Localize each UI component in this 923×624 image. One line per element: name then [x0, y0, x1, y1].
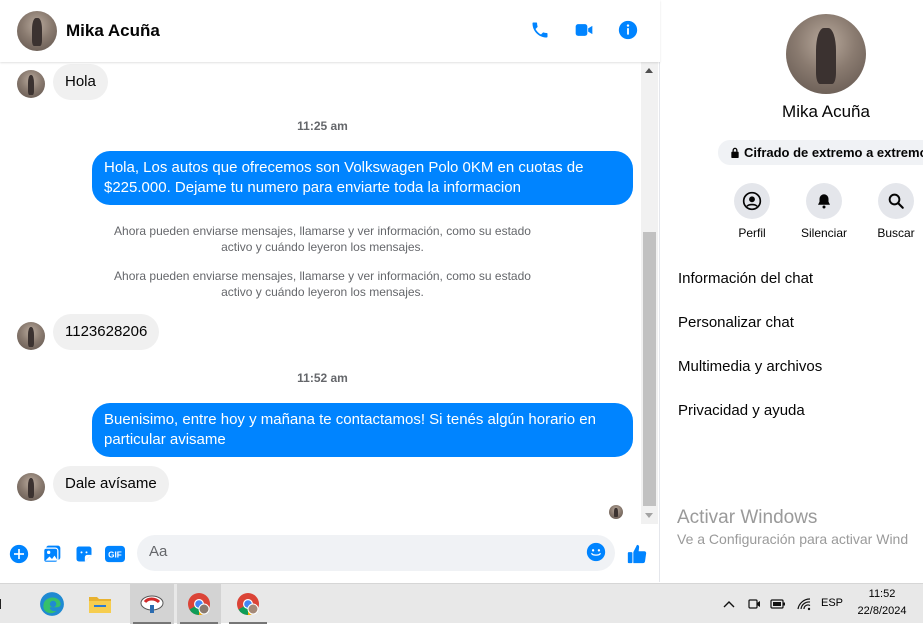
- task-view-icon[interactable]: [0, 584, 8, 624]
- profile-action[interactable]: Perfil: [717, 183, 787, 240]
- chat-pane: Mika Acuña Hola 11:25 am Hola, Los autos…: [0, 0, 660, 582]
- gif-icon[interactable]: GIF: [104, 543, 126, 565]
- search-action[interactable]: Buscar: [861, 183, 923, 240]
- message-bubble-incoming[interactable]: Dale avísame: [53, 466, 169, 502]
- composer: GIF: [0, 530, 660, 578]
- avatar: [17, 70, 45, 98]
- message-bubble-incoming[interactable]: 1123628206: [53, 314, 160, 350]
- action-label: Silenciar: [800, 226, 848, 240]
- svg-text:GIF: GIF: [108, 551, 122, 560]
- timestamp: 11:52 am: [297, 371, 348, 385]
- profile-name: Mika Acuña: [782, 102, 870, 121]
- menu-chat-info[interactable]: Información del chat: [678, 270, 813, 287]
- avatar: [17, 322, 45, 350]
- avatar[interactable]: [17, 11, 57, 51]
- action-label: Buscar: [877, 226, 915, 240]
- video-icon[interactable]: [573, 19, 595, 41]
- clock-time[interactable]: 11:52: [856, 588, 908, 600]
- profile-icon[interactable]: [734, 183, 770, 219]
- chat-header: Mika Acuña: [0, 0, 660, 62]
- scrollbar[interactable]: [641, 62, 658, 524]
- wifi-icon[interactable]: [795, 595, 813, 613]
- menu-media-files[interactable]: Multimedia y archivos: [678, 358, 822, 375]
- activation-watermark-subtitle: Ve a Configuración para activar Wind: [677, 531, 909, 547]
- search-icon[interactable]: [878, 183, 914, 219]
- encryption-badge[interactable]: Cifrado de extremo a extremo: [718, 140, 923, 165]
- scroll-thumb[interactable]: [643, 232, 656, 506]
- avatar: [17, 473, 45, 501]
- avatar[interactable]: [786, 14, 866, 94]
- menu-customize-chat[interactable]: Personalizar chat: [678, 314, 794, 331]
- language-indicator[interactable]: ESP: [821, 597, 843, 609]
- chrome-icon[interactable]: [226, 584, 270, 624]
- lock-icon: [731, 147, 739, 158]
- menu-privacy-help[interactable]: Privacidad y ayuda: [678, 402, 805, 419]
- timestamp: 11:25 am: [297, 119, 348, 133]
- message-list: Hola 11:25 am Hola, Los autos que ofrece…: [0, 62, 640, 524]
- action-label: Perfil: [738, 226, 766, 240]
- scroll-up-arrow-icon[interactable]: [645, 68, 653, 73]
- like-icon[interactable]: [626, 543, 648, 565]
- edge-icon[interactable]: [30, 584, 74, 624]
- plus-icon[interactable]: [8, 543, 30, 565]
- meet-now-icon[interactable]: [745, 595, 763, 613]
- scroll-down-arrow-icon[interactable]: [645, 513, 653, 518]
- emoji-icon[interactable]: [586, 542, 608, 564]
- app-icon[interactable]: [130, 584, 174, 624]
- message-input[interactable]: [149, 543, 579, 560]
- phone-icon[interactable]: [529, 19, 551, 41]
- activation-watermark-title: Activar Windows: [677, 507, 818, 528]
- sticker-icon[interactable]: [73, 543, 95, 565]
- encryption-label: Cifrado de extremo a extremo: [744, 145, 923, 160]
- gallery-icon[interactable]: [41, 543, 63, 565]
- chrome-icon[interactable]: [177, 584, 221, 624]
- clock-date[interactable]: 22/8/2024: [850, 605, 914, 617]
- system-notice: Ahora pueden enviarse mensajes, llamarse…: [114, 224, 531, 254]
- battery-icon[interactable]: [769, 595, 787, 613]
- seen-indicator-avatar: [609, 505, 623, 519]
- taskbar: ESP 11:52 22/8/2024: [0, 583, 923, 624]
- message-bubble-outgoing[interactable]: Hola, Los autos que ofrecemos son Volksw…: [92, 151, 633, 205]
- mute-action[interactable]: Silenciar: [789, 183, 859, 240]
- conversation-info-panel: Mika Acuña Cifrado de extremo a extremo …: [661, 0, 923, 582]
- file-explorer-icon[interactable]: [78, 584, 122, 624]
- bell-icon[interactable]: [806, 183, 842, 219]
- message-bubble-outgoing[interactable]: Buenisimo, entre hoy y mañana te contact…: [92, 403, 633, 457]
- message-bubble-incoming[interactable]: Hola: [53, 64, 108, 100]
- message-input-container: [137, 535, 615, 571]
- system-notice: Ahora pueden enviarse mensajes, llamarse…: [114, 269, 531, 299]
- contact-name[interactable]: Mika Acuña: [66, 21, 160, 41]
- chevron-up-icon[interactable]: [720, 595, 738, 613]
- info-icon[interactable]: [617, 19, 639, 41]
